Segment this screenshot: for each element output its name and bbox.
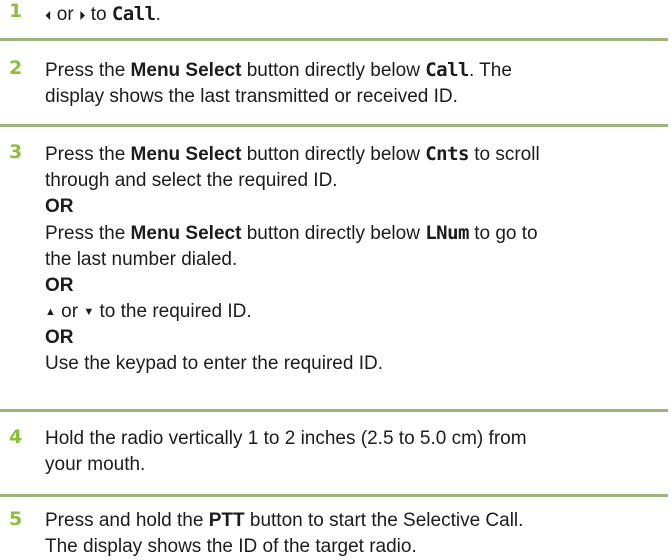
step-text: Hold the radio vertically 1 to 2 inches … (45, 428, 527, 475)
or-label: OR (45, 327, 74, 348)
step-text: ⏴ or ⏵ to Call. (45, 1, 665, 29)
menu-select-label: Menu Select (130, 144, 242, 165)
step-number: 3 (9, 141, 23, 163)
divider-rule (0, 409, 668, 412)
menu-select-label: Menu Select (130, 60, 242, 81)
step-number: 1 (9, 0, 23, 22)
display-label-call: Call (111, 3, 156, 25)
down-arrow-icon: ▼ (83, 306, 95, 318)
menu-select-label: Menu Select (130, 223, 242, 244)
step-number: 2 (9, 57, 23, 79)
or-label: OR (45, 275, 74, 296)
divider-rule (0, 124, 668, 127)
step-text: Press the Menu Select button directly be… (45, 59, 512, 107)
step-text: Press the Menu Select button directly be… (45, 141, 665, 377)
up-arrow-icon: ▲ (45, 306, 56, 318)
divider-rule (0, 494, 668, 497)
step-text: Press and hold the PTT button to start t… (45, 510, 524, 557)
divider-rule (0, 38, 668, 41)
or-label: OR (45, 196, 74, 217)
display-label-cnts: Cnts (425, 143, 469, 165)
step-number: 5 (9, 508, 23, 530)
step-number: 4 (9, 426, 23, 448)
display-label-call: Call (425, 59, 469, 81)
ptt-label: PTT (208, 510, 245, 531)
display-label-lnum: LNum (425, 222, 469, 244)
